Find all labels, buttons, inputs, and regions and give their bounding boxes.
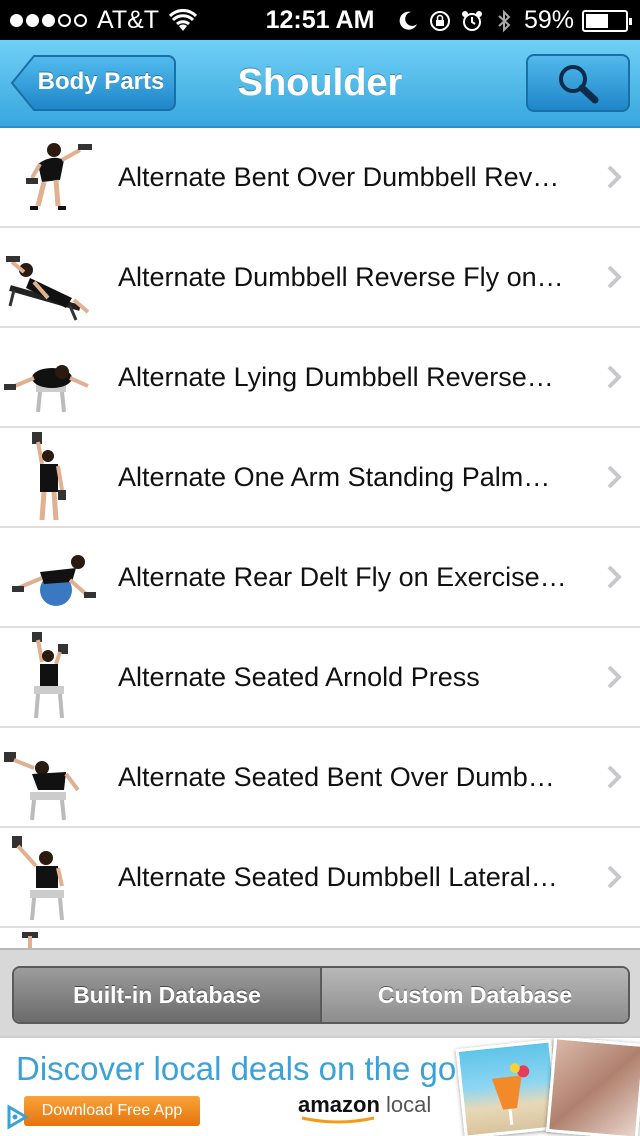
battery-percent: 59% xyxy=(523,6,574,34)
battery-icon xyxy=(582,9,632,32)
list-item[interactable]: Alternate Seated Bent Over Dumb… xyxy=(0,728,640,828)
cocktail-icon xyxy=(491,1063,530,1125)
exercise-thumbnail xyxy=(12,836,64,921)
chevron-right-icon xyxy=(607,365,622,389)
back-button[interactable]: Body Parts xyxy=(10,54,176,112)
exercise-name: Alternate Dumbbell Reverse Fly on… xyxy=(118,262,564,292)
chevron-right-icon xyxy=(607,265,622,289)
exercise-name: Alternate Seated Arnold Press xyxy=(118,662,480,692)
page-title: Shoulder xyxy=(237,62,403,104)
ad-photo-drink xyxy=(455,1039,561,1136)
search-button[interactable] xyxy=(526,54,630,112)
ad-headline: Discover local deals on the go xyxy=(16,1050,457,1087)
ad-banner[interactable]: Discover local deals on the go Download … xyxy=(0,1036,640,1136)
chevron-right-icon xyxy=(607,665,622,689)
exercise-name: Alternate Lying Dumbbell Reverse… xyxy=(118,362,554,392)
list-item[interactable]: Alternate Dumbbell Reverse Fly on… xyxy=(0,228,640,328)
exercise-thumbnail xyxy=(26,143,92,210)
exercise-thumbnail xyxy=(12,555,96,606)
database-segmented-control: Built-in Database Custom Database xyxy=(12,966,630,1024)
exercise-name: Alternate One Arm Standing Palm… xyxy=(118,462,551,492)
chevron-right-icon xyxy=(607,865,622,889)
ad-choices-icon[interactable] xyxy=(4,1104,30,1130)
exercise-list[interactable]: Alternate Bent Over Dumbbell Rev… Altern… xyxy=(0,128,640,948)
chevron-right-icon xyxy=(607,765,622,789)
exercise-thumbnail xyxy=(22,932,38,948)
list-item[interactable]: Alternate Seated Arnold Press xyxy=(0,628,640,728)
database-toolbar: Built-in Database Custom Database xyxy=(0,948,640,1036)
exercise-thumbnail xyxy=(32,632,68,719)
amazon-smile-icon xyxy=(301,1116,375,1124)
exercise-name: Alternate Seated Dumbbell Lateral… xyxy=(118,862,558,892)
battery-level xyxy=(586,13,608,28)
ad-download-button[interactable]: Download Free App xyxy=(24,1096,200,1126)
exercise-name: Alternate Rear Delt Fly on Exercise… xyxy=(118,562,567,592)
list-item[interactable]: Alternate Lying Dumbbell Reverse… xyxy=(0,328,640,428)
chevron-right-icon xyxy=(607,465,622,489)
list-item[interactable]: Alternate Bent Over Dumbbell Rev… xyxy=(0,128,640,228)
status-bar: AT&T 12:51 AM 59% xyxy=(0,0,640,40)
chevron-right-icon xyxy=(607,165,622,189)
moon-icon xyxy=(399,11,417,30)
builtin-database-tab[interactable]: Built-in Database xyxy=(14,968,320,1022)
alarm-icon xyxy=(461,10,482,31)
exercise-thumbnail xyxy=(4,365,89,413)
exercise-name: Alternate Seated Bent Over Dumb… xyxy=(118,762,555,792)
navigation-bar: Body Parts Shoulder xyxy=(0,40,640,128)
list-item[interactable] xyxy=(0,928,640,948)
ad-brand-suffix: local xyxy=(386,1092,432,1117)
rotation-lock-icon xyxy=(429,10,450,31)
ad-photo-manicure xyxy=(545,1038,640,1136)
bluetooth-icon xyxy=(498,9,511,32)
list-item[interactable]: Alternate Rear Delt Fly on Exercise… xyxy=(0,528,640,628)
ad-brand-logo: amazon local xyxy=(298,1092,432,1124)
back-button-label: Body Parts xyxy=(37,68,165,95)
list-item[interactable]: Alternate One Arm Standing Palm… xyxy=(0,428,640,528)
ad-brand-name: amazon xyxy=(298,1092,380,1117)
custom-database-tab[interactable]: Custom Database xyxy=(320,968,628,1022)
exercise-thumbnail xyxy=(4,752,80,821)
search-icon xyxy=(559,65,599,104)
exercise-name: Alternate Bent Over Dumbbell Rev… xyxy=(118,162,560,192)
chevron-right-icon xyxy=(607,565,622,589)
exercise-thumbnail xyxy=(32,432,66,521)
exercise-thumbnail xyxy=(6,256,90,321)
list-item[interactable]: Alternate Seated Dumbbell Lateral… xyxy=(0,828,640,928)
